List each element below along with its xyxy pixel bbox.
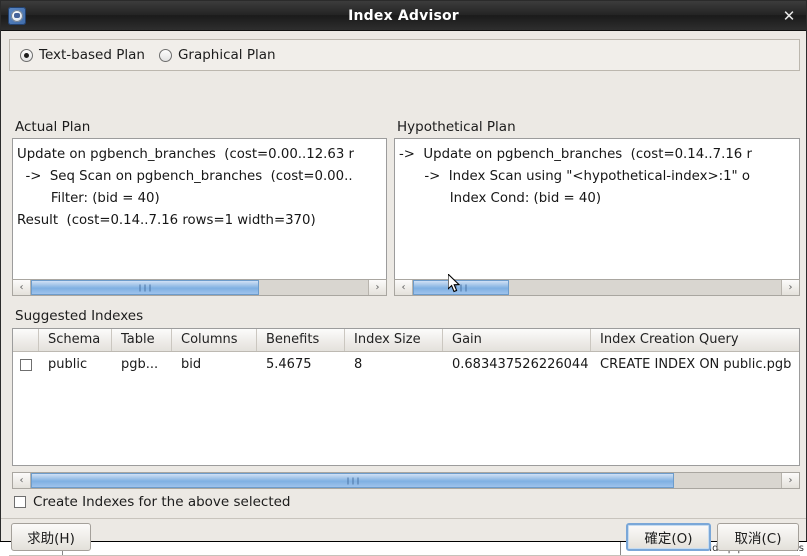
- index-advisor-dialog: Index Advisor ✕ Text-based Plan Graphica…: [0, 0, 807, 556]
- radio-graphical-plan[interactable]: Graphical Plan: [158, 47, 276, 63]
- scroll-thumb-actual[interactable]: [31, 280, 259, 295]
- chevron-right-icon: ›: [788, 474, 793, 486]
- chevron-left-icon: ‹: [401, 281, 406, 293]
- row-checkbox[interactable]: [20, 358, 32, 371]
- table-header-columns[interactable]: Columns: [172, 329, 257, 351]
- scroll-thumb-table[interactable]: [31, 473, 674, 488]
- cell-table: pgb...: [121, 357, 159, 372]
- scroll-track-actual[interactable]: [31, 280, 368, 295]
- table-header-table[interactable]: Table: [112, 329, 172, 351]
- plan-mode-panel: Text-based Plan Graphical Plan: [9, 39, 800, 71]
- app-icon: [8, 6, 26, 25]
- table-header-gain[interactable]: Gain: [443, 329, 591, 351]
- cell-index-creation-query: CREATE INDEX ON public.pgb: [600, 357, 792, 372]
- suggested-indexes-table[interactable]: Schema Table Columns Benefits Index Size…: [12, 328, 800, 466]
- actual-plan-hscrollbar[interactable]: ‹ ›: [12, 279, 387, 296]
- scroll-left-button-hypothetical[interactable]: ‹: [395, 280, 413, 295]
- scroll-grip-icon: [139, 284, 151, 291]
- cell-index-size: 8: [354, 357, 363, 372]
- chevron-left-icon: ‹: [19, 281, 24, 293]
- create-indexes-checkbox[interactable]: [14, 496, 26, 508]
- create-indexes-label: Create Indexes for the above selected: [33, 494, 291, 510]
- table-header-row: Schema Table Columns Benefits Index Size…: [13, 329, 799, 352]
- cancel-button[interactable]: 取消(C): [717, 523, 799, 551]
- actual-plan-textbox[interactable]: Update on pgbench_branches (cost=0.00..1…: [12, 138, 387, 296]
- scroll-left-button-table[interactable]: ‹: [13, 473, 31, 488]
- row-checkbox-cell[interactable]: [13, 358, 39, 371]
- cell-columns: bid: [181, 357, 202, 372]
- create-indexes-checkbox-row[interactable]: Create Indexes for the above selected: [14, 494, 291, 510]
- suggested-indexes-label: Suggested Indexes: [15, 308, 144, 324]
- table-header-benefits[interactable]: Benefits: [257, 329, 345, 351]
- window-title: Index Advisor: [348, 7, 459, 24]
- chevron-right-icon: ›: [375, 281, 380, 293]
- help-button[interactable]: 求助(H): [11, 523, 91, 551]
- scroll-grip-icon: [455, 284, 467, 291]
- cell-gain: 0.683437526226044: [452, 357, 589, 372]
- dialog-body: Text-based Plan Graphical Plan Actual Pl…: [1, 31, 806, 556]
- actual-plan-text: Update on pgbench_branches (cost=0.00..1…: [17, 147, 355, 228]
- radio-label-graphical: Graphical Plan: [177, 47, 276, 63]
- cell-benefits: 5.4675: [266, 357, 312, 372]
- actual-plan-label: Actual Plan: [15, 119, 91, 135]
- hypothetical-plan-label: Hypothetical Plan: [397, 119, 516, 135]
- radio-label-text-based: Text-based Plan: [39, 47, 145, 63]
- table-header-index-size[interactable]: Index Size: [345, 329, 443, 351]
- radio-indicator-text-based[interactable]: [20, 48, 33, 62]
- hypothetical-plan-textbox[interactable]: -> Update on pgbench_branches (cost=0.14…: [394, 138, 800, 296]
- scroll-left-button-actual[interactable]: ‹: [13, 280, 31, 295]
- hypothetical-plan-hscrollbar[interactable]: ‹ ›: [394, 279, 800, 296]
- radio-indicator-graphical[interactable]: [158, 48, 172, 62]
- table-header-checkbox[interactable]: [13, 329, 39, 351]
- scroll-right-button-table[interactable]: ›: [781, 473, 799, 488]
- scroll-grip-icon: [347, 477, 358, 484]
- scroll-right-button-actual[interactable]: ›: [368, 280, 386, 295]
- footer-divider: [1, 518, 806, 519]
- suggested-indexes-hscrollbar[interactable]: ‹ ›: [12, 472, 800, 489]
- scroll-thumb-hypothetical[interactable]: [413, 280, 509, 295]
- scroll-track-table[interactable]: [31, 473, 781, 488]
- scroll-track-hypothetical[interactable]: [413, 280, 781, 295]
- hypothetical-plan-text: -> Update on pgbench_branches (cost=0.14…: [399, 147, 752, 206]
- chevron-left-icon: ‹: [19, 474, 24, 486]
- cell-schema: public: [48, 357, 88, 372]
- table-header-index-creation-query[interactable]: Index Creation Query: [591, 329, 799, 351]
- close-icon[interactable]: ✕: [780, 7, 798, 25]
- table-row[interactable]: public pgb... bid 5.4675 8 0.68343752622…: [13, 352, 799, 377]
- table-header-schema[interactable]: Schema: [39, 329, 112, 351]
- screen: Idle|1| connections Index Advisor ✕ Text…: [0, 0, 807, 556]
- ok-button[interactable]: 確定(O): [626, 523, 711, 551]
- title-bar[interactable]: Index Advisor ✕: [1, 1, 806, 31]
- background-window-divider-2: [620, 542, 621, 556]
- radio-text-based-plan[interactable]: Text-based Plan: [20, 47, 145, 63]
- scroll-right-button-hypothetical[interactable]: ›: [781, 280, 799, 295]
- chevron-right-icon: ›: [788, 281, 793, 293]
